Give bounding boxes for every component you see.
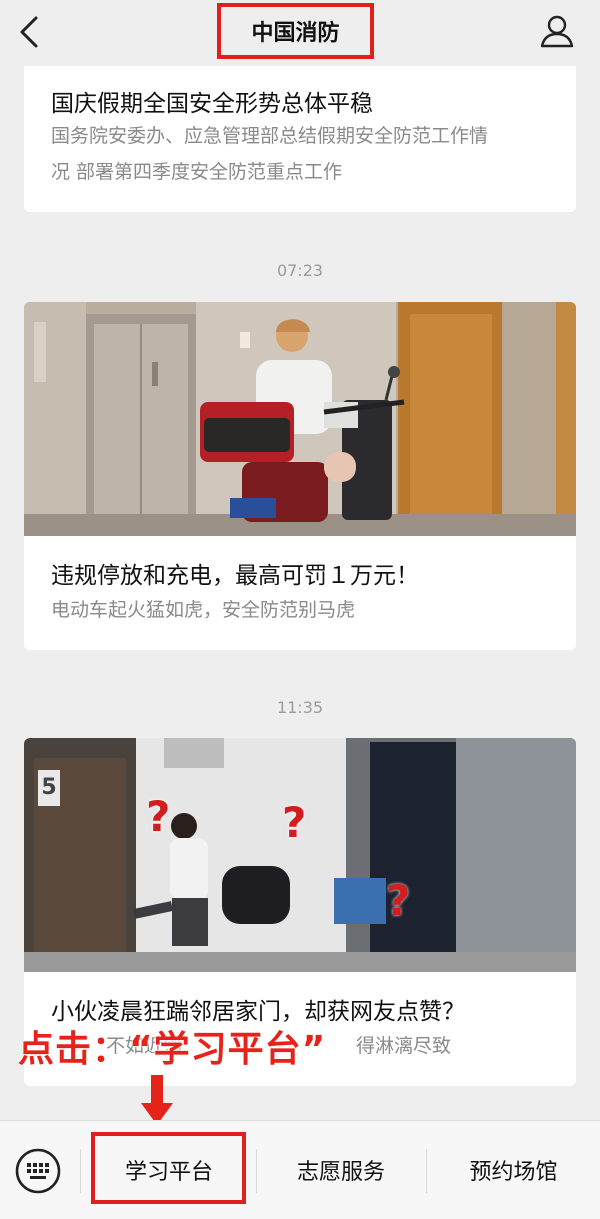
question-mark: ? xyxy=(146,792,171,841)
top-nav-bar: 中国消防 xyxy=(0,0,600,68)
news-summary-line2: 况 部署第四季度安全防范重点工作 xyxy=(51,161,343,183)
news-card-1[interactable]: 国庆假期全国安全形势总体平稳 国务院安委办、应急管理部总结假期安全防范工作情 况… xyxy=(24,66,576,212)
menu-item-venue-booking[interactable]: 预约场馆 xyxy=(427,1121,600,1219)
profile-button[interactable] xyxy=(537,12,577,52)
news-headline: 违规停放和充电，最高可罚１万元！ xyxy=(51,563,419,589)
news-summary: 电动车起火猛如虎，安全防范别马虎 xyxy=(51,599,356,621)
news-summary-right: 得淋漓尽致 xyxy=(356,1035,452,1057)
menu-divider xyxy=(80,1149,81,1193)
news-summary-line1: 国务院安委办、应急管理部总结假期安全防范工作情 xyxy=(51,125,489,147)
message-timestamp: 11:35 xyxy=(276,698,324,717)
back-arrow-icon xyxy=(20,16,38,48)
floor-number: 5 xyxy=(41,775,57,800)
news-card-2[interactable]: 违规停放和充电，最高可罚１万元！ 电动车起火猛如虎，安全防范别马虎 xyxy=(24,302,576,650)
news-headline: 国庆假期全国安全形势总体平稳 xyxy=(51,91,373,117)
back-button[interactable] xyxy=(12,14,48,50)
account-title: 中国消防 xyxy=(217,3,374,59)
keyboard-icon xyxy=(15,1148,61,1194)
message-timestamp: 07:23 xyxy=(276,261,324,280)
news-cover-image: 5 ? ? ? xyxy=(24,738,576,972)
highlight-frame xyxy=(91,1132,246,1204)
menu-item-volunteer-service[interactable]: 志愿服务 xyxy=(257,1121,425,1219)
keyboard-toggle-button[interactable] xyxy=(14,1147,62,1195)
account-title-text: 中国消防 xyxy=(251,21,340,46)
instruction-annotation: 点击：“学习平台” xyxy=(18,1029,327,1070)
bottom-menu-bar: 学习平台 志愿服务 预约场馆 xyxy=(0,1120,600,1219)
question-mark: ? xyxy=(282,798,307,847)
question-mark: ? xyxy=(386,876,411,925)
news-cover-image xyxy=(24,302,576,536)
user-icon xyxy=(540,15,574,48)
